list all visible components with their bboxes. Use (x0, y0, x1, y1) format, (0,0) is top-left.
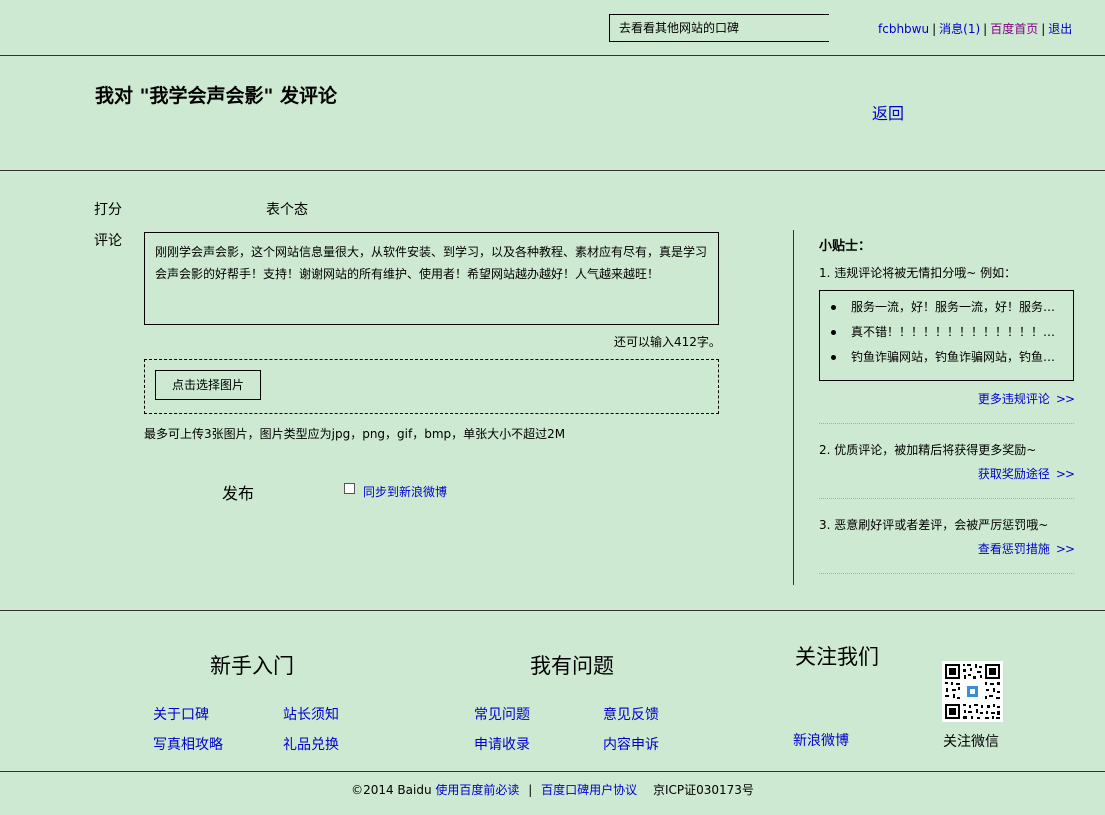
dotted-divider (819, 573, 1074, 574)
footer-link-feedback[interactable]: 意见反馈 (603, 704, 659, 724)
must-read-link[interactable]: 使用百度前必读 (435, 783, 519, 797)
tip-malicious: 3. 恶意刷好评或者差评，会被严厉惩罚哦~ (819, 518, 1049, 532)
upload-hint: 最多可上传3张图片，图片类型应为jpg，png，gif，bmp，单张大小不超过2… (144, 427, 566, 441)
more-violations-link[interactable]: 更多违规评论 >> (977, 390, 1075, 407)
back-link[interactable]: 返回 (872, 100, 904, 124)
link-text: 获取奖励途径 (977, 467, 1050, 481)
footer-link-faq[interactable]: 常见问题 (474, 704, 530, 724)
bullet-icon (831, 355, 836, 360)
footer-heading-beginner: 新手入门 (210, 654, 294, 678)
baidu-home-link[interactable]: 百度首页 (990, 22, 1038, 36)
user-links: fcbhbwu | 消息(1) | 百度首页 | 退出 (878, 20, 1072, 37)
user-agreement-link[interactable]: 百度口碑用户协议 (541, 783, 637, 797)
char-remaining-counter: 还可以输入412字。 (614, 335, 721, 349)
double-chevron-right-icon: >> (1055, 542, 1075, 556)
dotted-divider (819, 423, 1074, 424)
separator: | (983, 22, 988, 36)
comment-label: 评论 (94, 233, 122, 249)
copyright-text: ©2014 Baidu (351, 783, 432, 797)
icp-license: 京ICP证030173号 (652, 783, 754, 797)
double-chevron-right-icon: >> (1055, 392, 1075, 406)
top-divider (0, 55, 1105, 56)
footer-heading-follow: 关注我们 (795, 645, 879, 669)
footer-link-appeal[interactable]: 内容申诉 (603, 734, 659, 754)
sync-weibo-label[interactable]: 同步到新浪微博 (363, 483, 447, 500)
separator: | (1041, 22, 1046, 36)
separator: | (528, 783, 533, 797)
example-text: 服务一流，好！服务一流，好！服务一流，好！ (851, 300, 1073, 314)
reward-ways-link[interactable]: 获取奖励途径 >> (977, 465, 1075, 482)
violation-examples-box: 服务一流，好！服务一流，好！服务一流，好！ 真不错！！！！！！！！！！！！！！！… (819, 290, 1074, 381)
publish-button[interactable]: 发布 (222, 480, 254, 504)
link-text: 查看惩罚措施 (977, 542, 1050, 556)
link-text: 更多违规评论 (977, 392, 1050, 406)
page-title: 我对 "我学会声会影" 发评论 (95, 85, 338, 107)
wechat-label: 关注微信 (943, 734, 999, 750)
wechat-qr-code-icon (942, 661, 1003, 722)
punishment-link[interactable]: 查看惩罚措施 >> (977, 540, 1075, 557)
list-item: 服务一流，好！服务一流，好！服务一流，好！ (820, 295, 1073, 320)
select-image-button[interactable]: 点击选择图片 (155, 370, 261, 400)
example-text: 钓鱼诈骗网站，钓鱼诈骗网站，钓鱼诈骗网站 (851, 350, 1073, 364)
image-upload-area[interactable]: 点击选择图片 (144, 359, 719, 414)
attitude-label[interactable]: 表个态 (266, 199, 308, 219)
messages-link[interactable]: 消息(1) (939, 22, 980, 36)
comment-textarea[interactable]: 刚刚学会声会影，这个网站信息量很大，从软件安装、到学习，以及各种教程、素材应有尽… (144, 232, 719, 325)
score-label: 打分 (94, 202, 122, 218)
footer-link-apply[interactable]: 申请收录 (474, 734, 530, 754)
double-chevron-right-icon: >> (1055, 467, 1075, 481)
bullet-icon (831, 330, 836, 335)
footer-link-gifts[interactable]: 礼品兑换 (283, 734, 339, 754)
footer-link-about[interactable]: 关于口碑 (153, 704, 209, 724)
sidebar-divider (793, 230, 794, 585)
footer-link-weibo[interactable]: 新浪微博 (793, 730, 849, 750)
header-divider (0, 170, 1105, 171)
other-sites-search-box[interactable]: 去看看其他网站的口碑 (609, 14, 829, 42)
tip-quality: 2. 优质评论，被加精后将获得更多奖励~ (819, 443, 1037, 457)
username-link[interactable]: fcbhbwu (878, 22, 929, 36)
list-item: 真不错！！！！！！！！！！！！！！！！ (820, 320, 1073, 345)
footer-bottom-divider (0, 771, 1105, 772)
tip-violation: 1. 违规评论将被无情扣分哦~ 例如： (819, 266, 1017, 280)
dotted-divider (819, 498, 1074, 499)
footer-heading-questions: 我有问题 (530, 654, 614, 678)
example-text: 真不错！！！！！！！！！！！！！！！！ (851, 325, 1073, 339)
footer-top-divider (0, 610, 1105, 611)
list-item: 钓鱼诈骗网站，钓鱼诈骗网站，钓鱼诈骗网站 (820, 345, 1073, 370)
sync-weibo-checkbox[interactable] (344, 483, 355, 494)
footer-link-webmaster[interactable]: 站长须知 (283, 704, 339, 724)
separator: | (932, 22, 937, 36)
tips-title: 小贴士： (819, 239, 872, 254)
bullet-icon (831, 305, 836, 310)
footer-link-guide[interactable]: 写真相攻略 (153, 734, 223, 754)
copyright-bar: ©2014 Baidu 使用百度前必读 | 百度口碑用户协议 京ICP证0301… (0, 781, 1105, 798)
logout-link[interactable]: 退出 (1048, 22, 1072, 36)
